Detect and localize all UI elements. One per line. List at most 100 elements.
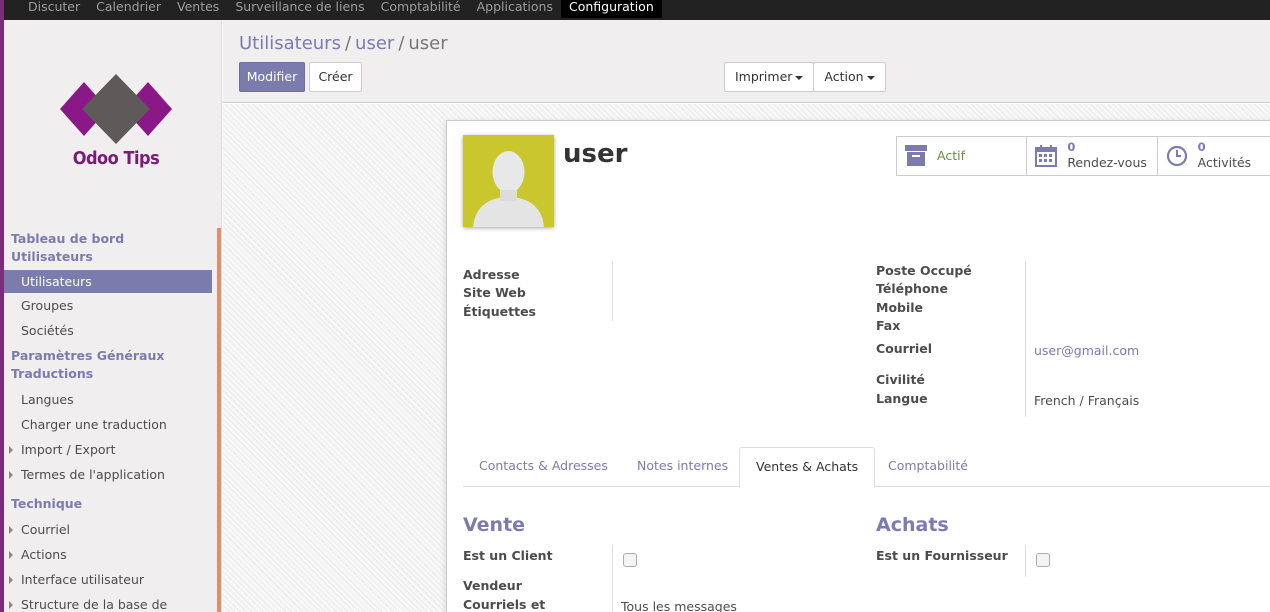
logo-text: Odoo Tips bbox=[72, 148, 160, 169]
mobile-label: Mobile bbox=[876, 300, 924, 315]
calendar-icon bbox=[1035, 145, 1058, 167]
function-label: Poste Occupé bbox=[876, 263, 972, 278]
topnav-comptabilite[interactable]: Comptabilité bbox=[373, 0, 469, 18]
tab-contacts-adresses[interactable]: Contacts & Adresses bbox=[463, 447, 624, 487]
breadcrumb-user[interactable]: user bbox=[355, 33, 394, 54]
sidebar-item-groupes[interactable]: Groupes bbox=[4, 293, 218, 318]
is-customer-label: Est un Client bbox=[463, 548, 553, 563]
emails-label: Courriels et bbox=[463, 597, 546, 612]
sidebar-item-label: Actions bbox=[21, 547, 67, 562]
activities-label: Activités bbox=[1197, 155, 1252, 170]
language-label: Langue bbox=[876, 391, 928, 406]
activities-button[interactable]: 0 Activités bbox=[1158, 137, 1270, 175]
create-button[interactable]: Créer bbox=[309, 62, 362, 92]
top-navigation: Discuter Calendrier Ventes Surveillance … bbox=[20, 0, 662, 20]
sidebar-actions-group: Imprimer Action bbox=[724, 62, 886, 92]
topnav-configuration[interactable]: Configuration bbox=[560, 0, 662, 18]
breadcrumb-separator: / bbox=[344, 33, 352, 54]
meetings-label: Rendez-vous bbox=[1067, 155, 1147, 170]
archive-icon bbox=[905, 145, 927, 166]
meetings-count: 0 bbox=[1067, 140, 1076, 154]
field-divider bbox=[612, 261, 613, 321]
action-label: Action bbox=[824, 69, 864, 84]
sidebar: Odoo Tips Tableau de bord Utilisateurs U… bbox=[4, 20, 222, 612]
avatar-placeholder-icon bbox=[473, 151, 544, 227]
print-label: Imprimer bbox=[735, 69, 793, 84]
sales-section-title: Vente bbox=[463, 514, 526, 536]
expand-caret-icon bbox=[9, 576, 13, 584]
sidebar-item-label: Interface utilisateur bbox=[21, 572, 145, 587]
sidebar-item-structure-base[interactable]: Structure de la base de bbox=[4, 592, 218, 612]
sidebar-item-label: Structure de la base de bbox=[21, 597, 168, 612]
notebook-tabs: Contacts & Adresses Notes internes Vente… bbox=[463, 447, 1270, 488]
topnav-ventes[interactable]: Ventes bbox=[169, 0, 227, 18]
sidebar-item-courriel[interactable]: Courriel bbox=[4, 517, 218, 542]
tab-notes-internes[interactable]: Notes internes bbox=[621, 447, 744, 487]
caret-down-icon bbox=[866, 75, 875, 80]
print-dropdown-button[interactable]: Imprimer bbox=[724, 62, 815, 92]
active-label: Actif bbox=[937, 148, 965, 163]
sidebar-item-actions[interactable]: Actions bbox=[4, 542, 218, 567]
sidebar-item-label: Termes de l'application bbox=[21, 467, 165, 482]
topnav-applications[interactable]: Applications bbox=[469, 0, 561, 18]
topnav-calendrier[interactable]: Calendrier bbox=[88, 0, 169, 18]
sidebar-scrollbar[interactable] bbox=[217, 228, 221, 612]
email-value[interactable]: user@gmail.com bbox=[1034, 343, 1139, 358]
top-menu-bar: Discuter Calendrier Ventes Surveillance … bbox=[0, 0, 1270, 612]
emails-value[interactable]: Tous les messages bbox=[621, 599, 737, 612]
breadcrumb: Utilisateurs / user / user bbox=[239, 33, 448, 54]
activities-count: 0 bbox=[1197, 140, 1206, 154]
field-divider bbox=[612, 545, 613, 612]
company-logo[interactable]: Odoo Tips bbox=[56, 74, 176, 174]
breadcrumb-separator: / bbox=[398, 33, 405, 54]
title-label: Civilité bbox=[876, 372, 925, 387]
sidebar-section-parametres-generaux[interactable]: Paramètres Généraux bbox=[4, 347, 218, 365]
sidebar-item-termes-application[interactable]: Termes de l'application bbox=[4, 462, 218, 487]
expand-caret-icon bbox=[9, 446, 13, 454]
edit-button[interactable]: Modifier bbox=[239, 62, 305, 92]
phone-label: Téléphone bbox=[876, 281, 948, 296]
topnav-discuter[interactable]: Discuter bbox=[20, 0, 88, 18]
sidebar-item-interface-utilisateur[interactable]: Interface utilisateur bbox=[4, 567, 218, 592]
user-avatar[interactable] bbox=[463, 135, 554, 227]
tags-label: Étiquettes bbox=[463, 304, 536, 319]
logo-diamond-icon bbox=[60, 74, 172, 144]
expand-caret-icon bbox=[9, 471, 13, 479]
sidebar-item-charger-traduction[interactable]: Charger une traduction bbox=[4, 412, 218, 437]
salesperson-label: Vendeur bbox=[463, 578, 522, 593]
is-customer-checkbox[interactable] bbox=[623, 553, 637, 567]
breadcrumb-current: user bbox=[408, 33, 448, 54]
sidebar-menu: Tableau de bord Utilisateurs Utilisateur… bbox=[4, 228, 218, 612]
sidebar-item-langues[interactable]: Langues bbox=[4, 387, 218, 412]
caret-down-icon bbox=[795, 75, 804, 80]
field-divider bbox=[1025, 261, 1026, 417]
sidebar-section-tableau-de-bord[interactable]: Tableau de bord bbox=[4, 230, 218, 248]
expand-caret-icon bbox=[9, 526, 13, 534]
meetings-button[interactable]: 0 Rendez-vous bbox=[1027, 137, 1158, 175]
sidebar-item-utilisateurs[interactable]: Utilisateurs bbox=[4, 270, 212, 293]
smart-buttons: Actif 0 Rendez-vous 0 Activités bbox=[896, 136, 1270, 176]
action-dropdown-button[interactable]: Action bbox=[813, 62, 886, 92]
form-sheet bbox=[446, 120, 1270, 612]
tab-ventes-achats[interactable]: Ventes & Achats bbox=[739, 447, 876, 488]
expand-caret-icon bbox=[9, 551, 13, 559]
sidebar-section-technique[interactable]: Technique bbox=[4, 495, 218, 513]
clock-icon bbox=[1166, 145, 1187, 167]
control-panel: Utilisateurs / user / user Modifier Créer Im… bbox=[223, 20, 1270, 103]
is-supplier-label: Est un Fournisseur bbox=[876, 548, 1008, 563]
record-name: user bbox=[563, 139, 628, 169]
sidebar-item-label: Import / Export bbox=[21, 442, 116, 457]
email-label: Courriel bbox=[876, 341, 933, 356]
sidebar-item-import-export[interactable]: Import / Export bbox=[4, 437, 218, 462]
sidebar-item-societes[interactable]: Sociétés bbox=[4, 318, 218, 343]
sidebar-section-traductions[interactable]: Traductions bbox=[4, 365, 218, 383]
breadcrumb-utilisateurs[interactable]: Utilisateurs bbox=[239, 33, 341, 54]
is-supplier-checkbox[interactable] bbox=[1036, 553, 1050, 567]
field-divider bbox=[1025, 545, 1026, 577]
language-value: French / Français bbox=[1034, 393, 1140, 408]
active-toggle-button[interactable]: Actif bbox=[897, 137, 1028, 175]
fax-label: Fax bbox=[876, 318, 901, 333]
topnav-surveillance-liens[interactable]: Surveillance de liens bbox=[227, 0, 372, 18]
tab-comptabilite[interactable]: Comptabilité bbox=[872, 447, 984, 487]
sidebar-section-utilisateurs[interactable]: Utilisateurs bbox=[4, 248, 218, 266]
